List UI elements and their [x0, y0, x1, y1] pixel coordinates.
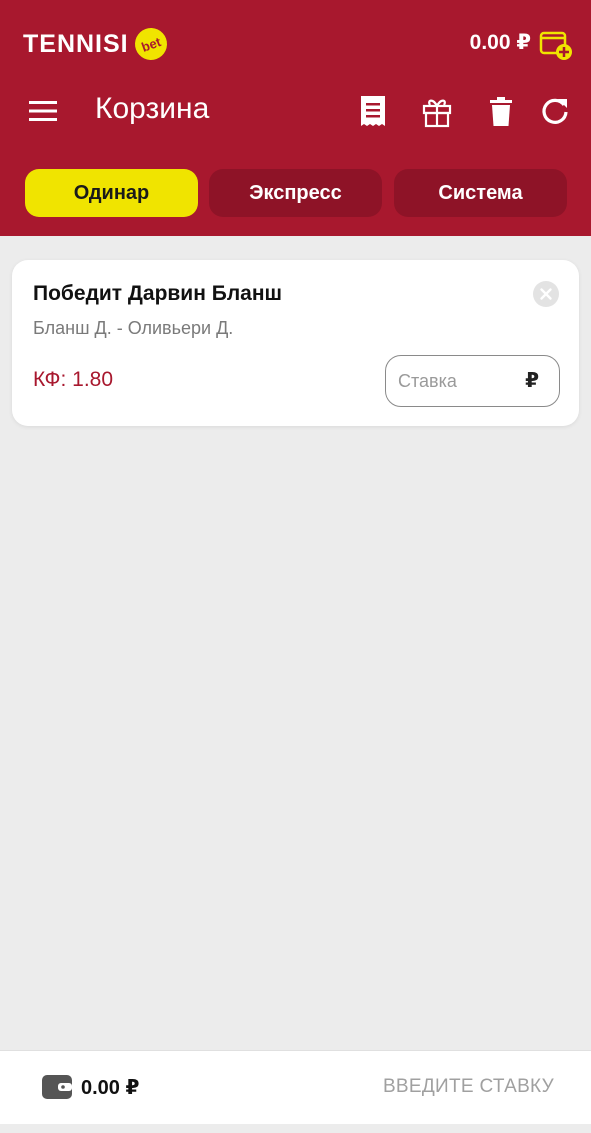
- tab-express[interactable]: Экспресс: [209, 169, 382, 217]
- stake-currency: ₽: [525, 370, 539, 392]
- app-header: TENNISI bet 0.00 ₽ Корзина Одинар Экспре…: [0, 0, 591, 236]
- bet-match: Бланш Д. - Оливьери Д.: [33, 318, 234, 338]
- bottom-strip: [0, 1124, 591, 1133]
- bet-type-tabs: Одинар Экспресс Система: [25, 169, 567, 217]
- place-bet-button[interactable]: ВВЕДИТЕ СТАВКУ: [383, 1076, 554, 1098]
- bet-coefficient: КФ: 1.80: [33, 368, 114, 391]
- page-title: Корзина: [95, 92, 210, 125]
- close-icon[interactable]: [533, 281, 559, 307]
- bet-card: Победит Дарвин Бланш Бланш Д. - Оливьери…: [12, 260, 579, 426]
- footer-balance: 0.00 ₽: [81, 1077, 140, 1099]
- refresh-icon[interactable]: [539, 94, 571, 128]
- stake-input[interactable]: [398, 368, 518, 394]
- bet-title: Победит Дарвин Бланш: [33, 282, 283, 305]
- tab-system[interactable]: Система: [394, 169, 567, 217]
- wallet-icon: [42, 1075, 72, 1099]
- footer-bar: 0.00 ₽ ВВЕДИТЕ СТАВКУ: [0, 1050, 591, 1124]
- menu-icon[interactable]: [27, 96, 59, 126]
- stake-field[interactable]: ₽: [385, 355, 560, 407]
- logo[interactable]: TENNISI bet: [23, 23, 172, 65]
- receipt-icon[interactable]: [357, 94, 389, 128]
- trash-icon[interactable]: [485, 94, 517, 128]
- gift-icon[interactable]: [421, 94, 453, 128]
- tab-single[interactable]: Одинар: [25, 169, 198, 217]
- wallet-add-icon[interactable]: [539, 27, 573, 61]
- brand-row: TENNISI bet 0.00 ₽: [0, 0, 591, 86]
- header-balance[interactable]: 0.00 ₽: [470, 30, 531, 55]
- logo-text: TENNISI: [23, 29, 129, 58]
- logo-badge: bet: [130, 23, 172, 65]
- toolbar: Корзина: [0, 86, 591, 136]
